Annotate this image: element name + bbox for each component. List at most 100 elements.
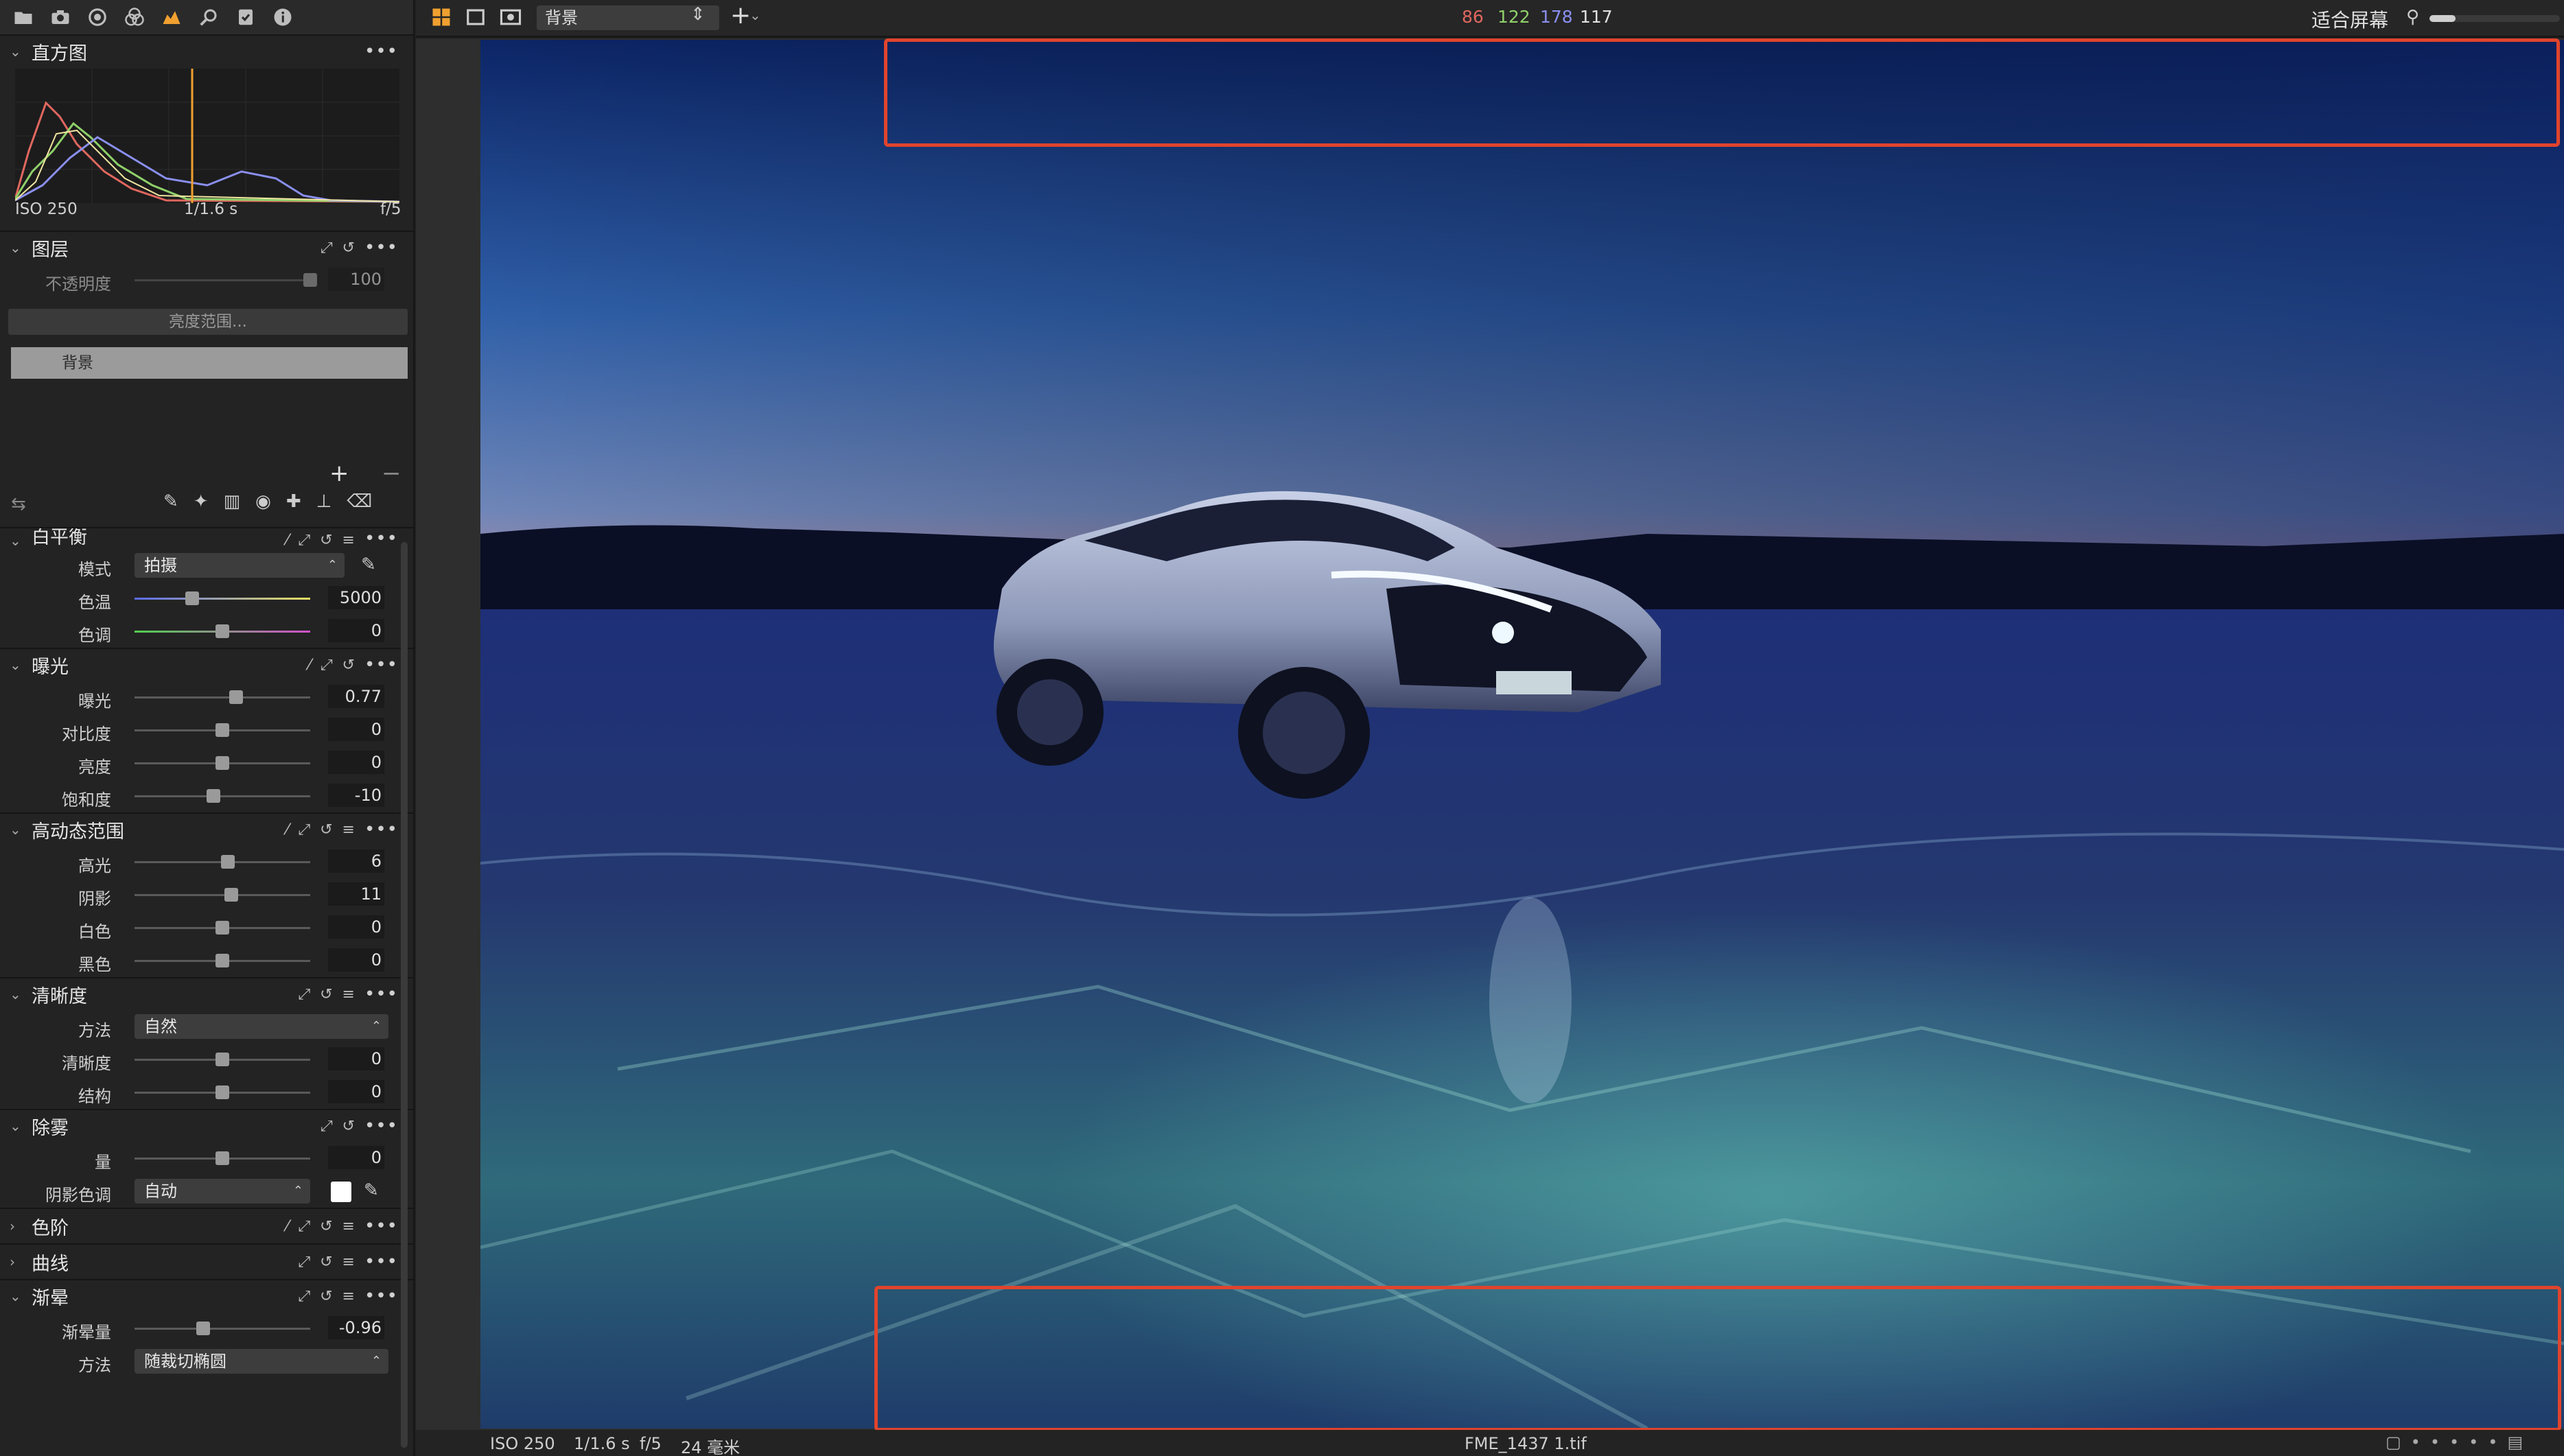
more-icon[interactable]: •••	[364, 1216, 398, 1236]
expand-icon[interactable]: ⤢	[299, 1218, 311, 1235]
expand-icon[interactable]: ⤢	[299, 1254, 311, 1271]
status-icons[interactable]: ▢•••••▤	[2386, 1433, 2532, 1452]
more-icon[interactable]: •••	[364, 1286, 398, 1306]
chevron-down-icon[interactable]: ⌄	[10, 43, 25, 60]
reset-icon[interactable]: ↺	[342, 657, 355, 674]
eraser-icon[interactable]: ⌫	[347, 491, 372, 512]
add-layer-icon[interactable]: +	[329, 460, 349, 487]
reset-icon[interactable]: ↺	[320, 821, 332, 838]
slider-thumb[interactable]	[224, 888, 238, 902]
single-view-icon[interactable]	[465, 7, 486, 30]
slider-thumb[interactable]	[215, 1151, 229, 1165]
kelvin-value[interactable]: 5000	[328, 586, 384, 609]
photo-canvas[interactable]	[480, 40, 2564, 1429]
chevron-down-icon[interactable]: ⌄	[10, 821, 25, 838]
slider-thumb[interactable]	[215, 624, 229, 638]
opacity-slider[interactable]	[135, 273, 317, 287]
chevron-down-icon[interactable]: ⌄	[10, 1288, 25, 1304]
picker-icon[interactable]: ⁄	[286, 1218, 289, 1235]
levels-header[interactable]: › 色阶 ⁄ ⤢ ↺ ≡ •••	[0, 1209, 413, 1243]
slider-thumb[interactable]	[215, 1085, 229, 1099]
list-icon[interactable]: ≡	[342, 1254, 355, 1271]
clarity-slider[interactable]	[135, 1053, 310, 1066]
chevron-down-icon[interactable]: ⌄	[10, 657, 25, 673]
opacity-value[interactable]: 100	[328, 268, 384, 291]
hdr-value[interactable]: 0	[328, 948, 384, 972]
more-icon[interactable]: •••	[364, 237, 398, 258]
crop-overlay-top[interactable]	[884, 38, 2560, 147]
zoom-slider[interactable]	[2429, 15, 2560, 22]
list-icon[interactable]: ≡	[342, 821, 355, 838]
expand-icon[interactable]: ⤢	[299, 532, 311, 549]
more-icon[interactable]: •••	[364, 819, 398, 840]
list-icon[interactable]: ≡	[342, 986, 355, 1003]
exposure-slider[interactable]	[135, 723, 310, 737]
chevron-down-icon[interactable]: ⌄	[749, 7, 761, 23]
more-icon[interactable]: •••	[364, 1252, 398, 1272]
hdr-value[interactable]: 11	[328, 882, 384, 906]
kelvin-slider[interactable]	[135, 591, 310, 605]
slider-thumb[interactable]	[196, 1322, 210, 1335]
zoom-icon[interactable]: ⚲	[2406, 7, 2419, 27]
chevron-down-icon[interactable]: ⌄	[10, 986, 25, 1002]
eyedropper-icon[interactable]: ✎	[364, 1180, 379, 1201]
reset-icon[interactable]: ↺	[320, 1254, 332, 1271]
clarity-value[interactable]: 0	[328, 1080, 384, 1103]
swap-icon[interactable]: ⇆	[11, 494, 26, 515]
list-icon[interactable]: ≡	[342, 532, 355, 549]
proof-view-icon[interactable]	[500, 7, 522, 30]
search-icon[interactable]	[196, 5, 221, 30]
chevron-down-icon[interactable]: ⌄	[10, 1118, 25, 1134]
remove-layer-icon[interactable]: −	[382, 460, 401, 487]
vignetting-amount-slider[interactable]	[135, 1322, 310, 1335]
picker-icon[interactable]: ⁄	[308, 657, 311, 674]
eyedropper-icon[interactable]: ✎	[361, 554, 376, 575]
tint-slider[interactable]	[135, 624, 310, 638]
histogram-header[interactable]: ⌄ 直方图 •••	[0, 36, 413, 67]
tint-value[interactable]: 0	[328, 619, 384, 642]
layer-item-background[interactable]: 背景	[11, 347, 408, 379]
picker-icon[interactable]: ⁄	[286, 532, 289, 549]
luma-range-button[interactable]: 亮度范围...	[8, 309, 408, 335]
exposure-slider[interactable]	[135, 690, 310, 704]
vignetting-method-select[interactable]: 随裁切椭圆	[135, 1349, 388, 1374]
image-viewer[interactable]	[416, 38, 2564, 1431]
chevron-down-icon[interactable]: ⌄	[10, 239, 25, 256]
brush-icon[interactable]: ✎	[163, 491, 178, 512]
exposure-icon[interactable]	[159, 5, 184, 30]
picker-icon[interactable]: ⁄	[286, 821, 289, 838]
vignetting-header[interactable]: ⌄ 渐晕 ⤢ ↺ ≡ •••	[0, 1280, 413, 1312]
slider-thumb[interactable]	[220, 855, 235, 869]
reset-icon[interactable]: ↺	[342, 1118, 355, 1135]
exposure-value[interactable]: 0	[328, 718, 384, 741]
shadow-color-swatch[interactable]	[331, 1182, 351, 1202]
exposure-header[interactable]: ⌄ 曝光 ⁄ ⤢ ↺ •••	[0, 649, 413, 681]
grid-view-icon[interactable]	[431, 7, 452, 30]
clarity-value[interactable]: 0	[328, 1047, 384, 1070]
more-icon[interactable]: •••	[364, 1116, 398, 1136]
reset-icon[interactable]: ↺	[320, 1288, 332, 1305]
reset-icon[interactable]: ↺	[320, 986, 332, 1003]
exposure-value[interactable]: 0.77	[328, 685, 384, 708]
wb-mode-select[interactable]: 拍摄	[135, 553, 345, 578]
hdr-header[interactable]: ⌄ 高动态范围 ⁄ ⤢ ↺ ≡ •••	[0, 814, 413, 845]
slider-thumb[interactable]	[215, 921, 229, 935]
lens-icon[interactable]	[85, 5, 110, 30]
hdr-value[interactable]: 6	[328, 849, 384, 873]
reset-icon[interactable]: ↺	[342, 239, 355, 257]
hdr-slider[interactable]	[135, 855, 310, 869]
expand-icon[interactable]: ⤢	[299, 986, 311, 1003]
layers-header[interactable]: ⌄ 图层 ⤢ ↺ •••	[0, 232, 413, 263]
slider-thumb[interactable]	[185, 591, 200, 605]
hdr-value[interactable]: 0	[328, 915, 384, 939]
slider-thumb[interactable]	[215, 756, 229, 770]
clone-stamp-icon[interactable]: ⊥	[316, 491, 332, 512]
hdr-slider[interactable]	[135, 888, 310, 902]
folder-icon[interactable]	[11, 5, 36, 30]
more-icon[interactable]: •••	[364, 655, 398, 675]
clarity-header[interactable]: ⌄ 清晰度 ⤢ ↺ ≡ •••	[0, 978, 413, 1010]
slider-thumb[interactable]	[229, 690, 244, 704]
more-icon[interactable]: •••	[364, 984, 398, 1005]
curve-header[interactable]: › 曲线 ⤢ ↺ ≡ •••	[0, 1245, 413, 1279]
dehaze-shadow-select[interactable]: 自动	[135, 1179, 310, 1203]
